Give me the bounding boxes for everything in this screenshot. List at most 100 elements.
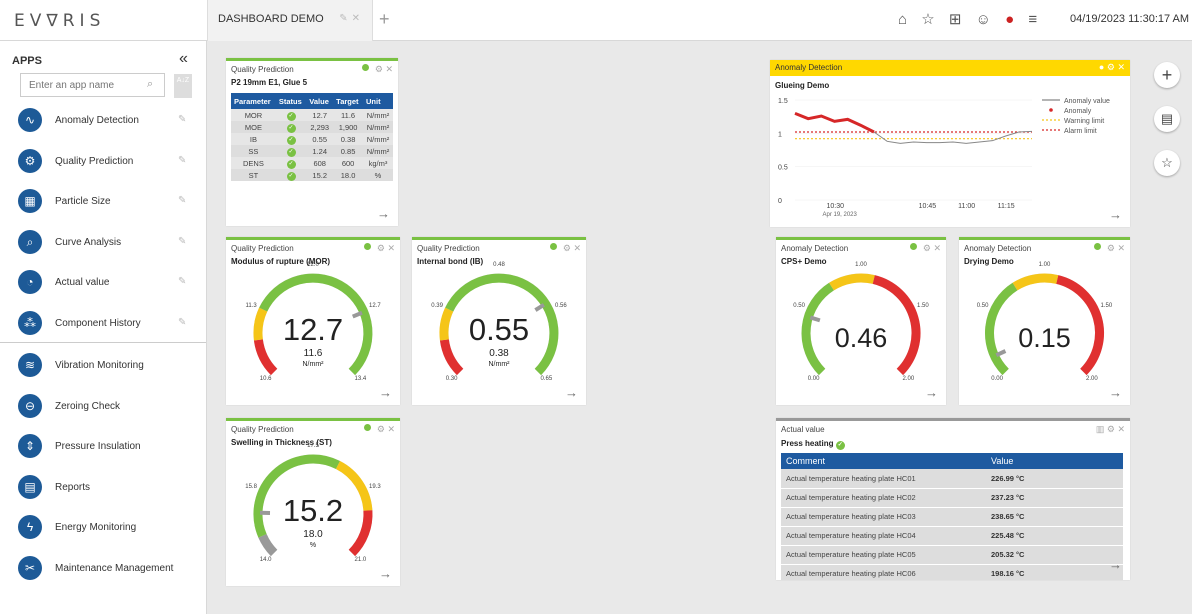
table-row: Actual temperature heating plate HC01 226… bbox=[781, 469, 1123, 489]
add-tab-button[interactable]: + bbox=[379, 9, 390, 30]
gauge-min-label: 0.00 bbox=[991, 376, 1003, 383]
legend-label: Anomaly value bbox=[1064, 98, 1110, 105]
open-arrow-icon[interactable]: → bbox=[377, 206, 390, 221]
close-icon[interactable]: ✕ bbox=[352, 13, 364, 24]
sidebar-item[interactable]: ✂ Maintenance Management bbox=[0, 552, 206, 592]
gauge-right-label: 0.56 bbox=[555, 303, 567, 310]
edit-icon[interactable]: ✎ bbox=[339, 13, 351, 24]
sort-button[interactable]: A↓Z bbox=[174, 74, 192, 98]
quality-table: Parameter Status Value Target Unit MOR ✓ 1… bbox=[231, 93, 393, 181]
zero-icon: ⊖ bbox=[18, 393, 42, 418]
y-tick-label: 1 bbox=[778, 131, 782, 138]
gauge-min-label: 0.00 bbox=[807, 376, 820, 383]
grid-icon[interactable]: ⊞ bbox=[949, 10, 962, 28]
open-arrow-icon[interactable]: → bbox=[1109, 557, 1122, 572]
y-tick-label: 0.5 bbox=[778, 165, 788, 172]
param-cell: IB bbox=[249, 134, 257, 144]
unit-cell: N/mm² bbox=[366, 122, 390, 132]
open-arrow-icon[interactable]: → bbox=[379, 566, 392, 581]
sidebar-item[interactable]: ⊖ Zeroing Check bbox=[0, 390, 206, 430]
pin-icon[interactable]: ✎ bbox=[178, 114, 186, 125]
gauge-left-label: 15.8 bbox=[245, 484, 257, 491]
favorite-add-button[interactable]: ☆ bbox=[1154, 150, 1180, 176]
datetime: 04/19/2023 11:30:17 AM bbox=[1070, 13, 1190, 25]
legend-label: Anomaly bbox=[1064, 108, 1092, 115]
anomaly-chart-card: Anomaly Detection ● ⚙ ✕ Glueing Demo 0 0.… bbox=[770, 60, 1130, 227]
st-gauge-card: Quality Prediction ⚙ ✕ Swelling in Thickne… bbox=[226, 418, 400, 586]
collapse-sidebar-icon[interactable]: « bbox=[179, 50, 188, 68]
pin-icon[interactable]: ✎ bbox=[178, 236, 186, 247]
open-arrow-icon[interactable]: → bbox=[1109, 207, 1122, 222]
unit-cell: N/mm² bbox=[366, 110, 390, 120]
sidebar-item[interactable]: ϟ Energy Monitoring bbox=[0, 511, 206, 551]
home-icon[interactable]: ⌂ bbox=[898, 11, 907, 28]
report-add-button[interactable]: ▤ bbox=[1154, 106, 1180, 132]
unit-cell: % bbox=[374, 170, 382, 180]
sidebar-item-label: Pressure Insulation bbox=[55, 441, 141, 452]
card-title: Actual value bbox=[781, 425, 825, 434]
gauge-right-label: 1.50 bbox=[917, 303, 929, 310]
open-arrow-icon[interactable]: → bbox=[925, 385, 938, 400]
menu-icon[interactable]: ≡ bbox=[1028, 11, 1037, 28]
gauge-left-label: 11.3 bbox=[245, 303, 257, 310]
table-row: SS ✓ 1.24 0.85 N/mm² bbox=[231, 145, 393, 157]
sidebar-item[interactable]: ⁂ Component History ✎ bbox=[0, 307, 206, 347]
close-icon[interactable]: ✕ bbox=[1117, 424, 1125, 434]
sidebar-item[interactable]: ∿ Anomaly Detection ✎ bbox=[0, 104, 206, 144]
target-cell: 600 bbox=[341, 158, 355, 168]
open-arrow-icon[interactable]: → bbox=[565, 385, 578, 400]
pin-icon[interactable]: ✎ bbox=[178, 276, 186, 287]
anomaly-series-line bbox=[794, 111, 875, 134]
unit-cell: kg/m³ bbox=[368, 158, 388, 168]
target-cell: 18.0 bbox=[340, 170, 356, 180]
param-cell: MOR bbox=[244, 110, 263, 120]
value-cell: 225.48 °C bbox=[986, 526, 1123, 546]
pin-icon[interactable]: ✎ bbox=[178, 195, 186, 206]
sidebar-item[interactable]: ▦ Particle Size ✎ bbox=[0, 185, 206, 225]
sidebar-item[interactable]: ⚙ Quality Prediction ✎ bbox=[0, 145, 206, 185]
user-icon[interactable]: ☺ bbox=[976, 11, 991, 28]
comment-cell: Actual temperature heating plate HC05 bbox=[781, 545, 986, 565]
anomaly-line-chart: 0 0.5 1 1.5 10:30 10:45 11:00 11:15 Apr 19, 2023… bbox=[778, 98, 1110, 218]
sidebar-item-label: Actual value bbox=[55, 277, 110, 288]
table-row: DENS ✓ 608 600 kg/m³ bbox=[231, 157, 393, 169]
legend-label: Warning limit bbox=[1064, 118, 1104, 125]
sidebar-item[interactable]: ⌕ Curve Analysis ✎ bbox=[0, 226, 206, 266]
open-arrow-icon[interactable]: → bbox=[379, 385, 392, 400]
sidebar-item[interactable]: ⇕ Pressure Insulation bbox=[0, 430, 206, 470]
comment-cell: Actual temperature heating plate HC01 bbox=[781, 469, 986, 489]
settings-icon[interactable]: ⚙ bbox=[375, 64, 383, 74]
columns-icon[interactable]: ▥ bbox=[1096, 424, 1105, 434]
value-cell: 608 bbox=[313, 158, 326, 168]
close-icon[interactable]: ✕ bbox=[385, 64, 393, 74]
gauge-value: 12.7 bbox=[282, 312, 344, 347]
sidebar-item[interactable]: ▤ Reports bbox=[0, 471, 206, 511]
settings-icon[interactable]: ⚙ bbox=[1107, 424, 1115, 434]
sidebar-item[interactable]: ◔ Actual value ✎ bbox=[0, 266, 206, 306]
sidebar-divider bbox=[0, 342, 206, 343]
open-arrow-icon[interactable]: → bbox=[1109, 385, 1122, 400]
pin-icon[interactable]: ✎ bbox=[178, 317, 186, 328]
gauge-max-label: 21.0 bbox=[354, 557, 367, 564]
value-cell: 1.24 bbox=[312, 146, 328, 156]
legend-label: Alarm limit bbox=[1064, 128, 1097, 135]
value-cell: 2,293 bbox=[310, 122, 330, 132]
star-icon[interactable]: ☆ bbox=[921, 10, 934, 28]
y-tick-label: 1.5 bbox=[778, 98, 788, 105]
sidebar-item-label: Reports bbox=[55, 481, 91, 493]
check-icon: ✓ bbox=[286, 135, 296, 145]
ib-gauge-card: Quality Prediction ⚙ ✕ Internal bond (IB) 0… bbox=[412, 237, 586, 405]
gauge-value: 0.15 bbox=[1018, 323, 1071, 353]
flag-us-icon[interactable]: ● bbox=[1005, 11, 1014, 28]
cps-gauge-card: Anomaly Detection ⚙ ✕ CPS+ Demo 0.00 0.50 1.0… bbox=[776, 237, 946, 405]
sidebar-item[interactable]: ≋ Vibration Monitoring bbox=[0, 349, 206, 389]
pressure-icon: ⇕ bbox=[18, 434, 42, 458]
table-row: Actual temperature heating plate HC03 238… bbox=[781, 507, 1123, 527]
target-cell: 1,900 bbox=[338, 122, 358, 132]
tab-dashboard-demo[interactable]: DASHBOARD DEMO ✎✕ bbox=[207, 0, 373, 41]
sidebar-item-label: Curve Analysis bbox=[55, 236, 122, 248]
add-widget-button[interactable]: + bbox=[1154, 62, 1180, 88]
pin-icon[interactable]: ✎ bbox=[178, 155, 186, 166]
column-header: Target bbox=[333, 93, 363, 109]
app-search-input[interactable] bbox=[20, 73, 165, 97]
